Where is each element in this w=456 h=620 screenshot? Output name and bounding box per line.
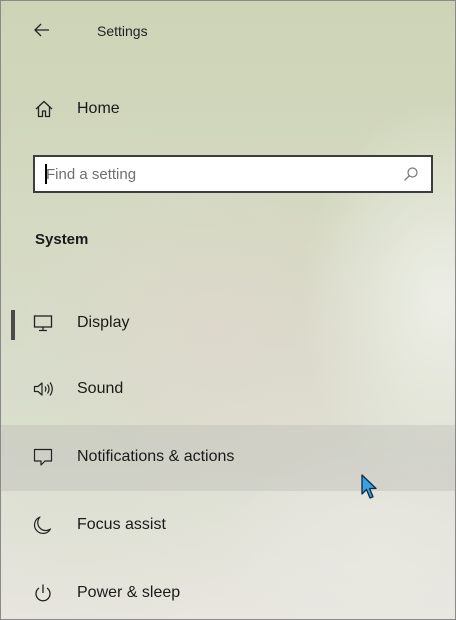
nav-item-label: Sound bbox=[77, 380, 124, 397]
active-indicator bbox=[11, 310, 15, 340]
title-bar: Settings bbox=[1, 1, 455, 61]
back-arrow-icon bbox=[34, 23, 49, 37]
home-icon bbox=[35, 100, 53, 118]
nav-item-label: Power & sleep bbox=[77, 584, 181, 601]
nav-item-label: Focus assist bbox=[77, 516, 166, 533]
search-input[interactable] bbox=[46, 157, 396, 191]
speaker-icon bbox=[33, 382, 53, 396]
nav-item-notifications[interactable]: Notifications & actions bbox=[1, 425, 455, 491]
home-label: Home bbox=[77, 100, 120, 117]
moon-icon bbox=[33, 516, 52, 535]
nav-item-focus-assist[interactable]: Focus assist bbox=[1, 493, 455, 559]
section-title: System bbox=[35, 231, 89, 248]
settings-window: Settings Home System Display Soun bbox=[0, 0, 456, 620]
mouse-cursor-icon bbox=[361, 474, 377, 499]
search-icon[interactable] bbox=[403, 166, 419, 182]
power-icon bbox=[35, 584, 51, 602]
monitor-icon bbox=[33, 315, 53, 332]
search-box[interactable] bbox=[33, 155, 433, 193]
window-title: Settings bbox=[97, 23, 148, 39]
back-button[interactable] bbox=[29, 17, 55, 43]
nav-item-power-sleep[interactable]: Power & sleep bbox=[1, 561, 455, 619]
nav-item-label: Notifications & actions bbox=[77, 448, 235, 465]
notification-icon bbox=[33, 448, 53, 466]
nav-item-sound[interactable]: Sound bbox=[1, 357, 455, 423]
nav-item-label: Display bbox=[77, 314, 130, 331]
home-nav-item[interactable]: Home bbox=[1, 89, 455, 129]
nav-item-display[interactable]: Display bbox=[1, 291, 455, 357]
